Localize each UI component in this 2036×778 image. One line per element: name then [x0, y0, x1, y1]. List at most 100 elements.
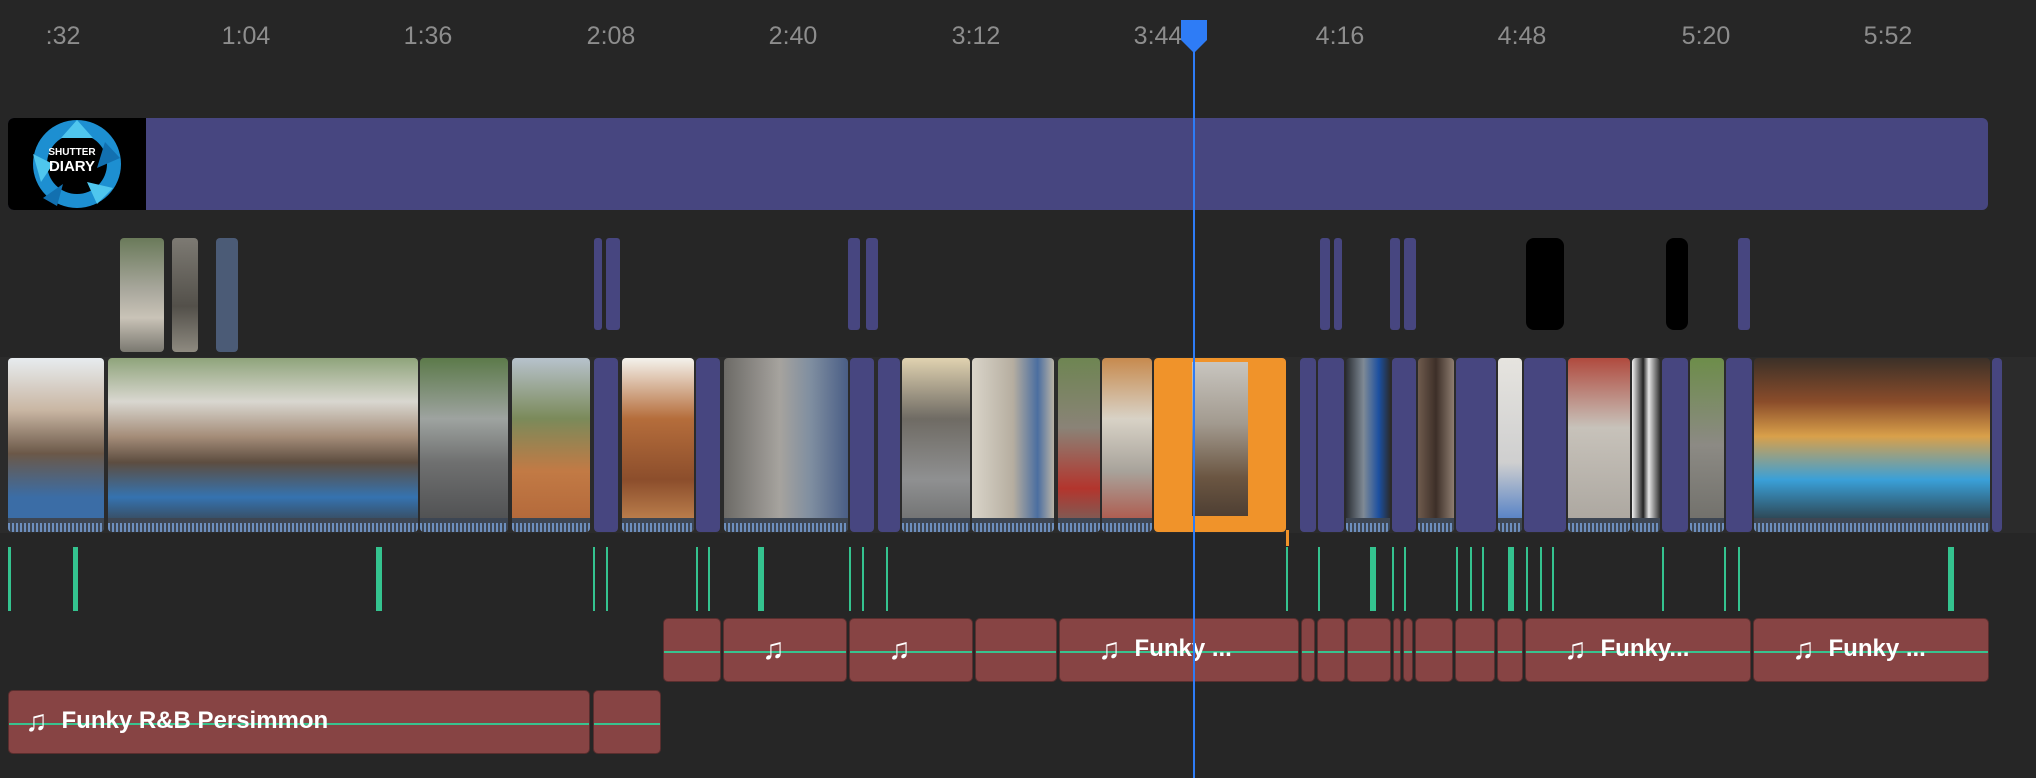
beat-marker	[1482, 547, 1484, 611]
video-clip[interactable]	[1392, 358, 1416, 532]
volume-line	[1456, 651, 1494, 653]
music-clip[interactable]	[1497, 618, 1523, 682]
music-note-icon: ♫	[25, 705, 48, 738]
overlay-clip[interactable]	[866, 238, 878, 330]
music-clip[interactable]: ♫	[723, 618, 847, 682]
video-clip[interactable]	[972, 358, 1054, 532]
playhead-line[interactable]	[1193, 34, 1195, 778]
video-clip[interactable]	[1418, 358, 1454, 532]
video-clip[interactable]	[8, 358, 104, 532]
overlay-clip[interactable]	[1738, 238, 1750, 330]
volume-line	[1302, 651, 1314, 653]
beat-marker	[1662, 547, 1664, 611]
video-clip[interactable]	[622, 358, 694, 532]
ruler-tick: 4:16	[1315, 22, 1365, 50]
music-clip[interactable]: ♫ Funky ...	[1059, 618, 1299, 682]
video-clip[interactable]	[1318, 358, 1344, 532]
video-clip[interactable]	[1456, 358, 1496, 532]
beat-marker	[1552, 547, 1554, 611]
video-clip[interactable]	[724, 358, 848, 532]
music-clip-label: Funky...	[1600, 635, 1690, 662]
beat-marker	[606, 547, 608, 611]
music-clip[interactable]: ♫ Funky...	[1525, 618, 1751, 682]
video-clip[interactable]	[850, 358, 874, 532]
overlay-clip[interactable]	[1404, 238, 1416, 330]
audio-waveform	[1568, 518, 1630, 532]
video-clip[interactable]	[1754, 358, 1990, 532]
overlay-photo-clip[interactable]	[216, 238, 238, 352]
audio-waveform	[8, 518, 104, 532]
video-clip[interactable]	[1300, 358, 1316, 532]
beat-marker	[1392, 547, 1394, 611]
audio-waveform	[1418, 518, 1454, 532]
beat-marker	[1526, 547, 1528, 611]
video-clip[interactable]	[696, 358, 720, 532]
overlay-photo-clip[interactable]	[120, 238, 164, 352]
ruler-tick: 3:44	[1133, 22, 1183, 50]
selected-clip-thumbnail	[1192, 362, 1248, 516]
audio-waveform	[622, 518, 694, 532]
video-clip[interactable]	[108, 358, 418, 532]
overlay-clip[interactable]	[1666, 238, 1688, 330]
beat-marker	[1370, 547, 1376, 611]
overlay-clip[interactable]	[606, 238, 620, 330]
music-clip-label: Funky ...	[1828, 635, 1926, 662]
ruler-tick: 3:12	[951, 22, 1001, 50]
video-clip[interactable]	[594, 358, 618, 532]
overlay-clip[interactable]	[1526, 238, 1564, 330]
music-clip[interactable]	[1415, 618, 1453, 682]
logo-text-line2: DIARY	[48, 158, 96, 175]
playhead-handle[interactable]	[1179, 18, 1209, 54]
overlay-clip[interactable]	[594, 238, 602, 330]
video-clip[interactable]	[1726, 358, 1752, 532]
beat-marker	[886, 547, 888, 611]
overlay-clip[interactable]	[848, 238, 860, 330]
video-clip[interactable]	[1346, 358, 1390, 532]
overlay-clip[interactable]	[1334, 238, 1342, 330]
overlay-clip[interactable]	[1390, 238, 1400, 330]
music-note-icon: ♫	[888, 633, 911, 666]
beat-marker	[1540, 547, 1542, 611]
music-clip[interactable]: ♫ Funky ...	[1753, 618, 1989, 682]
beat-marker	[1948, 547, 1954, 611]
music-note-icon: ♫	[1792, 633, 1815, 666]
music-clip[interactable]	[1403, 618, 1413, 682]
video-clip[interactable]	[1102, 358, 1152, 532]
video-clip[interactable]	[1662, 358, 1688, 532]
video-clip[interactable]	[1992, 358, 2002, 532]
beat-marker	[758, 547, 764, 611]
music-clip[interactable]	[975, 618, 1057, 682]
title-clip[interactable]: SHUTTER DIARY	[8, 118, 1988, 210]
video-clip[interactable]	[512, 358, 590, 532]
video-clip[interactable]	[1632, 358, 1660, 532]
selected-video-clip[interactable]	[1154, 358, 1286, 532]
music-clip-label: Funky ...	[1134, 635, 1232, 662]
music-clip[interactable]: ♫	[849, 618, 973, 682]
video-clip[interactable]	[1524, 358, 1566, 532]
video-clip[interactable]	[420, 358, 508, 532]
beat-marker	[1286, 547, 1288, 611]
video-clip[interactable]	[1498, 358, 1522, 532]
timeline-ruler[interactable]: :32 1:04 1:36 2:08 2:40 3:12 3:44 4:16 4…	[0, 0, 2036, 78]
video-clip[interactable]	[902, 358, 970, 532]
music-clip[interactable]	[1301, 618, 1315, 682]
music-clip[interactable]	[1347, 618, 1391, 682]
audio-waveform	[1058, 518, 1100, 532]
music-clip[interactable]: ♫ Funky R&B Persimmon	[8, 690, 590, 754]
overlay-clip[interactable]	[1320, 238, 1330, 330]
volume-line	[664, 651, 720, 653]
audio-waveform	[108, 518, 418, 532]
volume-line	[1394, 651, 1400, 653]
video-clip[interactable]	[1568, 358, 1630, 532]
selection-end-marker	[1286, 530, 1289, 546]
music-clip[interactable]	[593, 690, 661, 754]
video-clip[interactable]	[1058, 358, 1100, 532]
overlay-photo-clip[interactable]	[172, 238, 198, 352]
music-clip[interactable]	[663, 618, 721, 682]
video-clip[interactable]	[878, 358, 900, 532]
music-clip[interactable]	[1317, 618, 1345, 682]
video-clip[interactable]	[1690, 358, 1724, 532]
music-clip[interactable]	[1393, 618, 1401, 682]
volume-line	[1498, 651, 1522, 653]
music-clip[interactable]	[1455, 618, 1495, 682]
